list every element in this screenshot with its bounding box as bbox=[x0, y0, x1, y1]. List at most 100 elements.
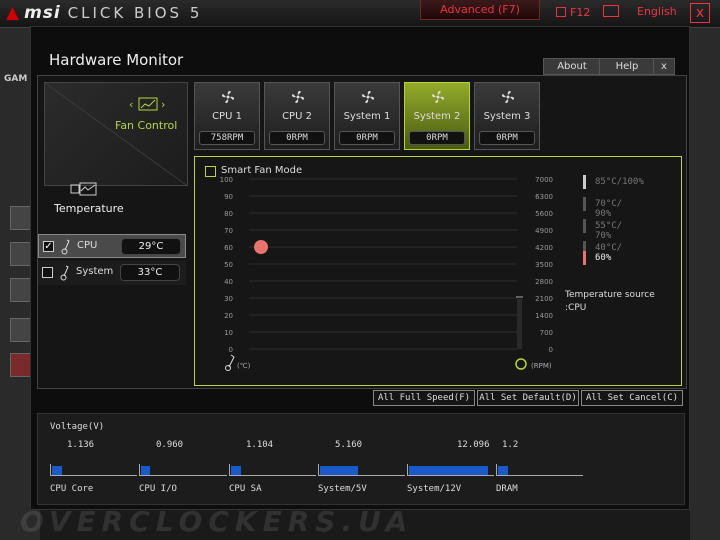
temperature-source-name: System bbox=[76, 266, 114, 277]
temperature-source-system[interactable]: System 33°C bbox=[38, 261, 186, 285]
voltage-name: DRAM bbox=[496, 484, 518, 494]
screenshot-button[interactable]: F12 bbox=[556, 6, 590, 19]
left-tick-label: 10 bbox=[224, 329, 233, 337]
voltage-bar-fill bbox=[320, 466, 359, 475]
right-tick-label: 7000 bbox=[535, 176, 553, 184]
fan-curve-chart[interactable]: 0 0 10 700 20 1400 30 2100 40 2800 50 3500 60 4200 70 4… bbox=[195, 157, 683, 387]
left-tick-label: 30 bbox=[224, 295, 233, 303]
fan-icon bbox=[290, 89, 306, 105]
right-tick-label: 6300 bbox=[535, 193, 553, 201]
monitor-panel: ‹ › Fan Control Temperature ✓ CPU 29°C S… bbox=[37, 75, 687, 389]
left-tick-label: 50 bbox=[224, 261, 233, 269]
fan-rpm: 0RPM bbox=[479, 131, 535, 145]
legend-swatch bbox=[583, 251, 586, 265]
smart-fan-checkbox[interactable] bbox=[205, 166, 216, 177]
dialog-title: Hardware Monitor bbox=[49, 51, 184, 69]
right-tick-label: 5600 bbox=[535, 210, 553, 218]
advanced-mode-button[interactable]: Advanced (F7) bbox=[420, 0, 540, 20]
left-tick-label: 40 bbox=[224, 278, 233, 286]
voltage-panel: Voltage(V) 1.136 CPU Core 0.960 CPU I/O 1.10… bbox=[37, 413, 685, 505]
voltage-bar-fill bbox=[141, 466, 150, 475]
camera-icon bbox=[556, 7, 566, 17]
legend-label: 70°C/ 90% bbox=[595, 199, 623, 219]
dragon-icon: ▲ bbox=[6, 3, 21, 23]
temperature-label[interactable]: Temperature bbox=[54, 202, 124, 215]
temperature-source-cpu[interactable]: ✓ CPU 29°C bbox=[38, 234, 186, 258]
hardware-monitor-dialog: Hardware Monitor About Help x ‹ › Fan Co… bbox=[30, 26, 690, 510]
voltage-name: CPU SA bbox=[229, 484, 262, 494]
right-tick-label: 3500 bbox=[535, 261, 553, 269]
fan-control-label: Fan Control bbox=[115, 119, 178, 132]
voltage-name: System/12V bbox=[407, 484, 462, 494]
bios-close-button[interactable]: x bbox=[690, 3, 710, 23]
language-button[interactable]: English bbox=[603, 5, 677, 18]
fan-tab-cpu-2[interactable]: CPU 2 0RPM bbox=[264, 82, 330, 150]
fan-rpm: 0RPM bbox=[409, 131, 465, 145]
help-button[interactable]: Help bbox=[599, 58, 655, 75]
temperature-source-label: Temperature source bbox=[565, 290, 655, 300]
fan-name: System 3 bbox=[483, 111, 531, 122]
svg-text:›: › bbox=[161, 98, 165, 111]
voltage-name: CPU I/O bbox=[139, 484, 177, 494]
fan-icon bbox=[220, 89, 236, 105]
right-tick-label: 1400 bbox=[535, 312, 553, 320]
fan-icon bbox=[500, 89, 516, 105]
fan-axis-icon bbox=[515, 358, 527, 370]
close-button[interactable]: x bbox=[653, 58, 675, 75]
rpm-level-track bbox=[517, 299, 522, 349]
left-tick-label: 80 bbox=[224, 210, 233, 218]
about-button[interactable]: About bbox=[543, 58, 601, 75]
voltage-bar bbox=[407, 464, 494, 476]
fan-icon bbox=[360, 89, 376, 105]
temperature-source-value: :CPU bbox=[565, 303, 587, 313]
voltage-bar bbox=[318, 464, 405, 476]
voltage-bar bbox=[139, 464, 227, 476]
voltage-bar-fill bbox=[231, 466, 242, 475]
left-tick-label: 100 bbox=[220, 176, 233, 184]
fan-curve-panel: 0 0 10 700 20 1400 30 2100 40 2800 50 3500 60 4200 70 4… bbox=[194, 156, 682, 386]
fan-tab-system-3[interactable]: System 3 0RPM bbox=[474, 82, 540, 150]
thermometer-axis-icon bbox=[228, 354, 235, 368]
left-axis-unit: (℃) bbox=[237, 362, 251, 370]
fan-name: CPU 1 bbox=[212, 111, 242, 122]
voltage-value: 1.104 bbox=[246, 440, 274, 450]
fan-control-tab[interactable]: ‹ › Fan Control bbox=[44, 82, 188, 186]
left-tick-label: 60 bbox=[224, 244, 233, 252]
legend-swatch bbox=[583, 197, 586, 211]
all-set-default-button[interactable]: All Set Default(D) bbox=[477, 390, 579, 406]
voltage-bar bbox=[496, 464, 583, 476]
fan-rpm: 0RPM bbox=[269, 131, 325, 145]
fan-tab-cpu-1[interactable]: CPU 1 758RPM bbox=[194, 82, 260, 150]
left-tick-label: 20 bbox=[224, 312, 233, 320]
thermometer-icon bbox=[60, 265, 69, 281]
bios-right-panel bbox=[690, 28, 720, 540]
right-tick-label: 4900 bbox=[535, 227, 553, 235]
voltage-bar bbox=[50, 464, 137, 476]
voltage-value: 5.160 bbox=[335, 440, 363, 450]
temperature-source-name: CPU bbox=[77, 240, 98, 251]
voltage-title: Voltage(V) bbox=[50, 422, 105, 432]
right-tick-label: 2100 bbox=[535, 295, 553, 303]
left-tick-label: 90 bbox=[224, 193, 233, 201]
temperature-graph-icon bbox=[70, 182, 97, 196]
fan-tab-system-1[interactable]: System 1 0RPM bbox=[334, 82, 400, 150]
right-axis-unit: (RPM) bbox=[531, 362, 552, 370]
fan-control-icon: ‹ › bbox=[129, 97, 165, 111]
fan-name: System 1 bbox=[343, 111, 391, 122]
voltage-bar-fill bbox=[498, 466, 509, 475]
gaming-label: GAM bbox=[4, 74, 28, 84]
voltage-value: 12.096 bbox=[457, 440, 490, 450]
left-tick-label: 70 bbox=[224, 227, 233, 235]
system-checkbox[interactable] bbox=[42, 267, 53, 278]
right-tick-label: 700 bbox=[540, 329, 553, 337]
fan-tab-system-2[interactable]: System 2 0RPM bbox=[404, 82, 470, 150]
all-set-cancel-button[interactable]: All Set Cancel(C) bbox=[581, 390, 683, 406]
cpu-checkbox[interactable]: ✓ bbox=[43, 241, 54, 252]
voltage-value: 0.960 bbox=[156, 440, 184, 450]
fan-rpm: 758RPM bbox=[199, 131, 255, 145]
all-full-speed-button[interactable]: All Full Speed(F) bbox=[373, 390, 475, 406]
voltage-name: System/5V bbox=[318, 484, 367, 494]
bios-topbar: ▲ msi CLICK BIOS 5 Advanced (F7) F12 Engl… bbox=[0, 0, 720, 28]
voltage-value: 1.2 bbox=[502, 440, 519, 450]
thermometer-axis-bulb bbox=[225, 365, 231, 371]
